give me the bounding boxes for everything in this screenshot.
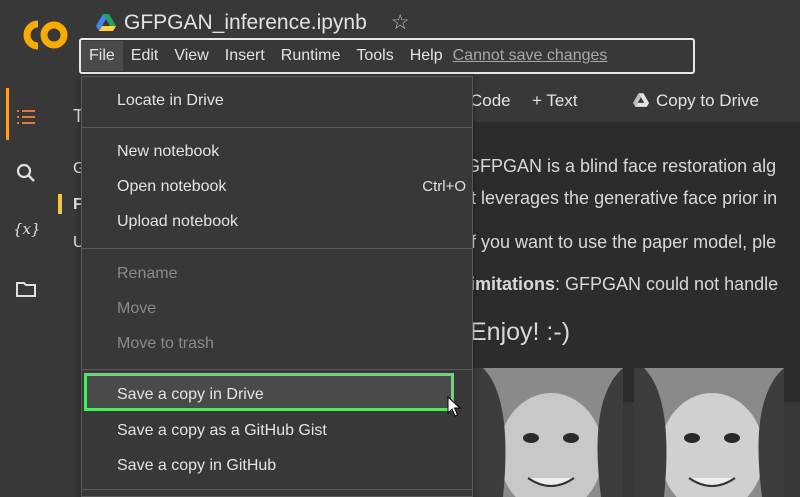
drive-icon <box>633 93 649 107</box>
menu-separator <box>82 489 472 490</box>
notebook-title-area: GFPGAN_inference.ipynb ☆ <box>96 10 410 35</box>
menu-help[interactable]: Help <box>402 47 451 65</box>
sidebar-active-indicator <box>6 88 9 140</box>
menu-item-label: Save a copy in GitHub <box>117 457 277 474</box>
menu-separator <box>82 369 472 370</box>
menu-separator <box>82 127 472 128</box>
left-sidebar: {x} <box>0 78 56 497</box>
menu-item-label: Open notebook <box>117 178 227 195</box>
menu-item-shortcut: Ctrl+O <box>422 178 466 195</box>
file-menu-dropdown: Locate in Drive New notebook Open notebo… <box>81 76 473 497</box>
menu-item-move-to-trash: Move to trash <box>82 328 472 362</box>
cell-line-3: f you want to use the paper model, ple <box>471 232 777 252</box>
menu-item-label: Upload notebook <box>117 213 238 230</box>
menu-item-label: New notebook <box>117 143 220 160</box>
toc-active-bar <box>58 194 62 214</box>
menu-item-rename: Rename <box>82 258 472 292</box>
colab-logo[interactable] <box>18 18 70 52</box>
menu-item-locate-in-drive[interactable]: Locate in Drive <box>82 85 472 119</box>
star-icon[interactable]: ☆ <box>391 10 410 35</box>
copy-to-drive-button[interactable]: Copy to Drive <box>656 91 759 111</box>
cell-line-1: GFPGAN is a blind face restoration alg <box>466 156 777 176</box>
variables-icon[interactable]: {x} <box>13 220 41 242</box>
limitations-text: : GFPGAN could not handle <box>555 274 779 294</box>
drive-icon <box>96 13 116 31</box>
mouse-cursor-icon <box>447 396 461 417</box>
menu-item-label: Rename <box>117 265 178 282</box>
add-text-button[interactable]: + Text <box>532 91 578 111</box>
cell-line-4: imitations: GFPGAN could not handle <box>470 274 778 295</box>
notebook-title[interactable]: GFPGAN_inference.ipynb <box>124 11 367 35</box>
limitations-label: imitations <box>470 274 556 294</box>
menu-view[interactable]: View <box>166 47 216 65</box>
menu-item-save-copy-in-drive[interactable]: Save a copy in Drive <box>82 379 472 413</box>
menu-item-label: Locate in Drive <box>117 92 224 109</box>
search-icon[interactable] <box>15 162 37 184</box>
add-code-button[interactable]: Code <box>470 91 511 111</box>
menu-item-label: Save a copy as a GitHub Gist <box>117 422 327 439</box>
cannot-save-link[interactable]: Cannot save changes <box>453 47 608 65</box>
menu-item-upload-notebook[interactable]: Upload notebook <box>82 206 472 240</box>
menu-separator <box>82 248 472 249</box>
menu-item-open-notebook[interactable]: Open notebook Ctrl+O <box>82 171 472 205</box>
menu-item-label: Move to trash <box>117 335 214 352</box>
menu-item-save-copy-github[interactable]: Save a copy in GitHub <box>82 450 472 484</box>
menu-bar: File Edit View Insert Runtime Tools Help… <box>79 38 695 74</box>
enjoy-text: Enjoy! :-) <box>470 318 571 346</box>
menu-file[interactable]: File <box>81 41 123 71</box>
face-image-input <box>473 368 623 497</box>
menu-insert[interactable]: Insert <box>217 47 273 65</box>
menu-item-new-notebook[interactable]: New notebook <box>82 136 472 170</box>
menu-runtime[interactable]: Runtime <box>273 47 349 65</box>
cell-line-2: t leverages the generative face prior in <box>471 188 778 208</box>
menu-edit[interactable]: Edit <box>123 47 167 65</box>
top-bar: GFPGAN_inference.ipynb ☆ File Edit View … <box>0 0 800 78</box>
face-image-output <box>634 368 784 497</box>
table-of-contents-icon[interactable] <box>15 106 37 128</box>
menu-tools[interactable]: Tools <box>348 47 401 65</box>
menu-item-move: Move <box>82 293 472 327</box>
folder-icon[interactable] <box>15 278 37 300</box>
menu-item-label: Move <box>117 300 157 317</box>
menu-item-label: Save a copy in Drive <box>117 386 264 403</box>
menu-item-save-copy-gist[interactable]: Save a copy as a GitHub Gist <box>82 415 472 449</box>
